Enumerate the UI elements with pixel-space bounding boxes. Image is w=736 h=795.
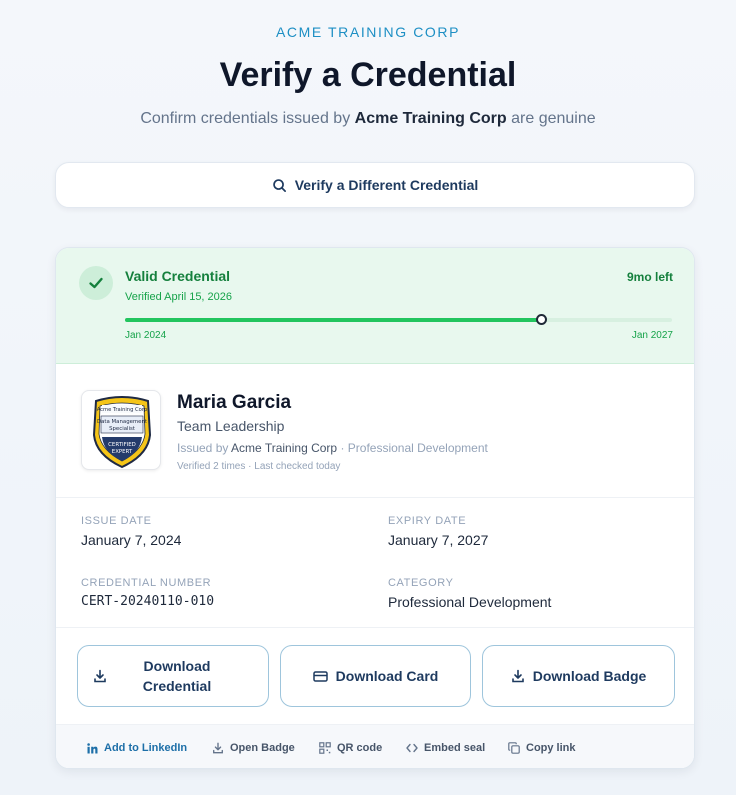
add-to-linkedin-label: Add to LinkedIn [104,742,188,754]
credential-card: Valid Credential Verified April 15, 2026… [55,247,695,769]
open-badge-label: Open Badge [230,742,295,754]
holder-section: Acme Training Corp Data Management Speci… [56,364,694,498]
credential-badge-image: Acme Training Corp Data Management Speci… [81,390,161,470]
download-credential-label: Download Credential [143,656,211,696]
credential-number-value: CERT-20240110-010 [81,594,215,609]
category-value: Professional Development [388,594,552,610]
validity-start-label: Jan 2024 [125,330,167,341]
badge-line2-text: Specialist [109,426,135,432]
footer-links: Add to LinkedIn Open Badge QR code Embed… [56,724,694,768]
badge-line1-text: Data Management [97,419,147,425]
embed-seal-link[interactable]: Embed seal [406,725,486,768]
verified-date: Verified April 15, 2026 [125,291,233,303]
org-label: ACME TRAINING CORP [275,24,461,40]
status-banner: Valid Credential Verified April 15, 2026… [56,248,694,364]
issuer-name: Acme Training Corp [231,441,338,455]
page-title: Verify a Credential [219,56,517,94]
download-card-label: Download Card [335,668,439,684]
validity-progress-fill [125,318,541,322]
subtitle-suffix: are genuine [511,110,596,127]
download-credential-button[interactable]: Download Credential [77,645,269,707]
download-card-button[interactable]: Download Card [280,645,471,707]
time-left: 9mo left [626,270,673,284]
validity-progress-marker [535,314,547,325]
issue-date-label: ISSUE DATE [81,515,152,527]
embed-seal-label: Embed seal [424,742,486,754]
linkedin-icon [87,742,98,754]
status-title: Valid Credential [125,268,231,284]
qr-code-label: QR code [337,742,383,754]
issued-by: Issued by Acme Training Corp · Professio… [177,441,488,455]
qr-code-link[interactable]: QR code [319,725,383,768]
issue-date-value: January 7, 2024 [81,532,182,548]
subtitle-prefix: Confirm credentials issued by [140,110,351,127]
issued-category: · Professional Development [340,441,488,455]
download-credential-label-line1: Download [143,658,211,674]
copy-icon [508,742,520,754]
verify-different-credential-button[interactable]: Verify a Different Credential [55,162,695,208]
add-to-linkedin-link[interactable]: Add to LinkedIn [87,725,188,768]
card-icon [312,670,328,683]
validity-end-label: Jan 2027 [631,330,673,341]
details-section: ISSUE DATE January 7, 2024 EXPIRY DATE J… [56,498,694,628]
code-icon [406,743,418,753]
download-icon [212,742,224,754]
download-credential-label-line2: Credential [142,678,212,694]
validity-progress-track [125,314,672,325]
download-icon [93,669,107,683]
holder-name: Maria Garcia [177,392,292,413]
expiry-date-value: January 7, 2027 [388,532,489,548]
badge-line4-text: EXPERT [112,449,133,455]
credential-number-label: CREDENTIAL NUMBER [81,577,212,589]
copy-link-label: Copy link [526,742,576,754]
page-subtitle: Confirm credentials issued by Acme Train… [0,110,736,128]
download-badge-button[interactable]: Download Badge [482,645,675,707]
actions-section: Download Credential Download Card Downlo… [56,628,694,724]
download-icon [511,669,525,683]
search-icon [272,178,287,193]
subtitle-org: Acme Training Corp [354,110,507,127]
course-name: Team Leadership [177,418,285,434]
copy-link-link[interactable]: Copy link [508,725,576,768]
download-badge-label: Download Badge [532,668,647,684]
qr-code-icon [319,742,331,754]
issued-by-prefix: Issued by [177,441,229,455]
expiry-date-label: EXPIRY DATE [388,515,467,527]
check-icon [79,266,113,300]
badge-line3-text: CERTIFIED [108,442,136,448]
badge-org-text: Acme Training Corp [97,407,148,413]
verify-different-credential-label: Verify a Different Credential [294,177,479,193]
open-badge-link[interactable]: Open Badge [212,725,295,768]
verification-info: Verified 2 times · Last checked today [177,461,341,472]
category-label: CATEGORY [388,577,454,589]
